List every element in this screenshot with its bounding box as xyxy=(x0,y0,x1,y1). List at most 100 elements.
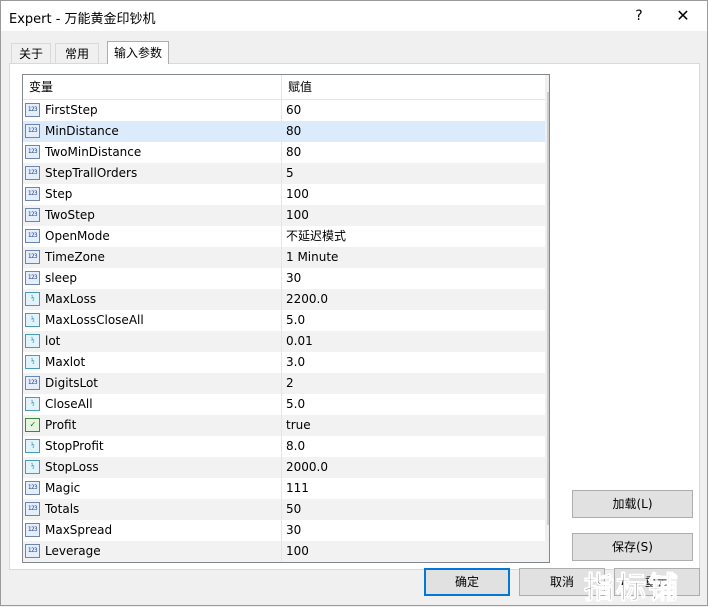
tab-about[interactable]: 关于 xyxy=(11,43,51,64)
watermark-logo: 指标铺 xyxy=(584,571,680,607)
parameter-name-label: CloseAll xyxy=(45,397,93,411)
parameter-name-label: MinDistance xyxy=(45,124,119,138)
int-type-icon: 123 xyxy=(25,376,40,390)
column-header-variable[interactable]: 变量 xyxy=(23,75,282,99)
parameter-value[interactable]: 100 xyxy=(282,541,549,562)
parameter-name: ½ Maxlot xyxy=(23,352,282,373)
load-button[interactable]: 加载(L) xyxy=(572,490,693,518)
parameters-grid: 变量 赋值 123 FirstStep 60 123 MinDistance 80 123 T… xyxy=(22,74,550,563)
window-title: Expert - 万能黄金印钞机 xyxy=(9,12,156,27)
parameter-name-label: StopLoss xyxy=(45,460,99,474)
parameter-row[interactable]: 123 TwoStep 100 xyxy=(23,205,549,226)
parameter-row[interactable]: ½ lot 0.01 xyxy=(23,331,549,352)
parameter-name-label: Leverage xyxy=(45,544,101,558)
int-type-icon: 123 xyxy=(25,544,40,558)
double-type-icon: ½ xyxy=(25,460,40,474)
parameter-row[interactable]: 123 MaxSpread 30 xyxy=(23,520,549,541)
parameter-value[interactable]: 30 xyxy=(282,520,549,541)
int-type-icon: 123 xyxy=(25,229,40,243)
grid-header: 变量 赋值 xyxy=(23,75,549,100)
parameter-value[interactable]: true xyxy=(282,415,549,436)
parameter-value[interactable]: 0.01 xyxy=(282,331,549,352)
parameter-row[interactable]: 123 MinDistance 80 xyxy=(23,121,549,142)
parameter-value[interactable]: 111 xyxy=(282,478,549,499)
parameter-row[interactable]: 123 FirstStep 60 xyxy=(23,100,549,121)
int-type-icon: 123 xyxy=(25,166,40,180)
parameter-name: 123 FirstStep xyxy=(23,100,282,121)
parameter-value[interactable]: 50 xyxy=(282,499,549,520)
int-type-icon: 123 xyxy=(25,103,40,117)
parameter-row[interactable]: 123 sleep 30 xyxy=(23,268,549,289)
parameter-name: 123 StepTrallOrders xyxy=(23,163,282,184)
parameter-value[interactable]: 100 xyxy=(282,184,549,205)
parameter-name: ½ lot xyxy=(23,331,282,352)
vertical-scrollbar[interactable]: ▲ ▼ xyxy=(545,75,549,562)
parameter-value[interactable]: 80 xyxy=(282,142,549,163)
parameter-name-label: Profit xyxy=(45,418,77,432)
parameter-name: ½ MaxLossCloseAll xyxy=(23,310,282,331)
parameter-row[interactable]: 123 DigitsLot 2 xyxy=(23,373,549,394)
scrollbar-thumb[interactable] xyxy=(547,92,549,525)
parameter-value[interactable]: 2 xyxy=(282,373,549,394)
parameter-value[interactable]: 2200.0 xyxy=(282,289,549,310)
help-button[interactable]: ? xyxy=(617,1,661,31)
parameter-name: 123 Step xyxy=(23,184,282,205)
parameter-row[interactable]: ✓ Profit true xyxy=(23,415,549,436)
parameter-row[interactable]: 123 TimeZone 1 Minute xyxy=(23,247,549,268)
double-type-icon: ½ xyxy=(25,397,40,411)
parameter-value[interactable]: 8.0 xyxy=(282,436,549,457)
ok-button[interactable]: 确定 xyxy=(424,568,510,596)
parameter-row[interactable]: ½ StopProfit 8.0 xyxy=(23,436,549,457)
int-type-icon: 123 xyxy=(25,523,40,537)
tab-common[interactable]: 常用 xyxy=(55,43,99,64)
parameter-name-label: lot xyxy=(45,334,61,348)
parameter-name-label: TwoStep xyxy=(45,208,95,222)
int-type-icon: 123 xyxy=(25,187,40,201)
parameter-row[interactable]: 123 Step 100 xyxy=(23,184,549,205)
parameter-name: 123 MaxSpread xyxy=(23,520,282,541)
parameter-name: 123 Magic xyxy=(23,478,282,499)
parameter-row[interactable]: 123 TwoMinDistance 80 xyxy=(23,142,549,163)
parameter-row[interactable]: ½ Maxlot 3.0 xyxy=(23,352,549,373)
parameter-row[interactable]: 123 Magic 111 xyxy=(23,478,549,499)
parameter-value[interactable]: 3.0 xyxy=(282,352,549,373)
parameter-value[interactable]: 80 xyxy=(282,121,549,142)
parameter-value[interactable]: 5.0 xyxy=(282,394,549,415)
scroll-down-arrow-icon[interactable]: ▼ xyxy=(545,545,549,562)
parameter-name-label: Magic xyxy=(45,481,81,495)
parameter-row[interactable]: 123 StepTrallOrders 5 xyxy=(23,163,549,184)
parameter-name-label: sleep xyxy=(45,271,77,285)
parameter-name-label: OpenMode xyxy=(45,229,110,243)
close-button[interactable]: ✕ xyxy=(661,1,705,31)
tab-inputs[interactable]: 输入参数 xyxy=(107,41,169,64)
column-header-value[interactable]: 赋值 xyxy=(282,75,549,99)
parameter-row[interactable]: ½ StopLoss 2000.0 xyxy=(23,457,549,478)
parameter-name-label: FirstStep xyxy=(45,103,98,117)
parameter-value[interactable]: 30 xyxy=(282,268,549,289)
parameter-name-label: TimeZone xyxy=(45,250,105,264)
expert-properties-dialog: Expert - 万能黄金印钞机 ? ✕ 关于 常用 输入参数 变量 赋值 12… xyxy=(0,0,708,607)
int-type-icon: 123 xyxy=(25,481,40,495)
parameter-row[interactable]: ½ MaxLoss 2200.0 xyxy=(23,289,549,310)
parameter-name-label: DigitsLot xyxy=(45,376,99,390)
parameter-value[interactable]: 100 xyxy=(282,205,549,226)
parameter-name-label: Totals xyxy=(45,502,80,516)
parameter-row[interactable]: 123 OpenMode 不延迟模式 xyxy=(23,226,549,247)
parameter-value[interactable]: 1 Minute xyxy=(282,247,549,268)
grid-rows: 123 FirstStep 60 123 MinDistance 80 123 TwoMinD… xyxy=(23,100,549,562)
parameter-row[interactable]: ½ MaxLossCloseAll 5.0 xyxy=(23,310,549,331)
parameter-name: ½ MaxLoss xyxy=(23,289,282,310)
parameter-name-label: Step xyxy=(45,187,73,201)
parameter-value[interactable]: 2000.0 xyxy=(282,457,549,478)
parameter-row[interactable]: 123 Totals 50 xyxy=(23,499,549,520)
parameter-name: 123 sleep xyxy=(23,268,282,289)
parameter-value[interactable]: 不延迟模式 xyxy=(282,226,549,247)
parameter-row[interactable]: 123 Leverage 100 xyxy=(23,541,549,562)
save-button[interactable]: 保存(S) xyxy=(572,533,693,561)
parameter-value[interactable]: 5.0 xyxy=(282,310,549,331)
scroll-up-arrow-icon[interactable]: ▲ xyxy=(545,75,549,92)
parameter-row[interactable]: ½ CloseAll 5.0 xyxy=(23,394,549,415)
double-type-icon: ½ xyxy=(25,292,40,306)
parameter-value[interactable]: 5 xyxy=(282,163,549,184)
parameter-value[interactable]: 60 xyxy=(282,100,549,121)
